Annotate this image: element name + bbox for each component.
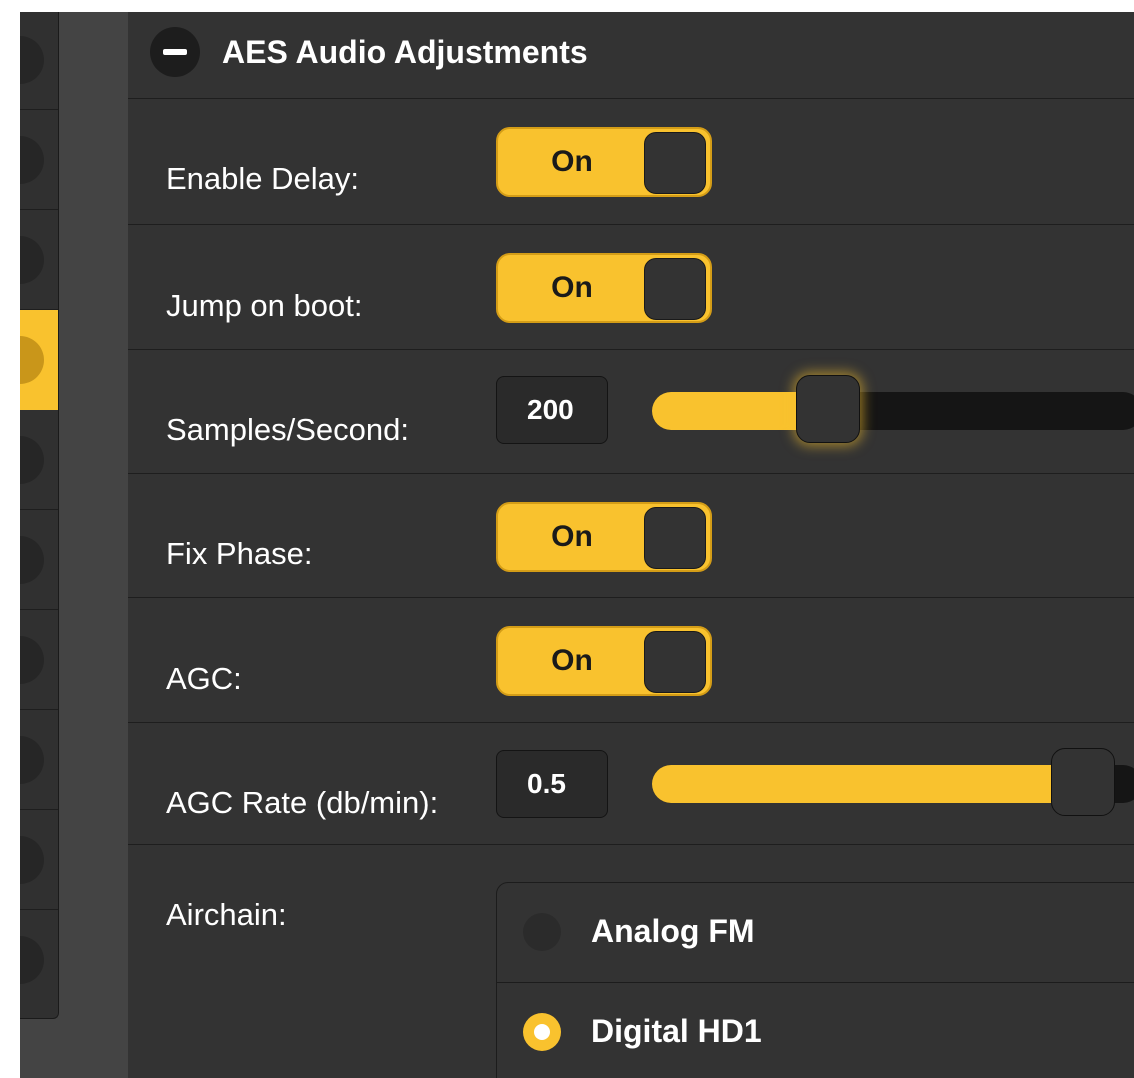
setting-row-enable-delay: Enable Delay: On xyxy=(128,98,1134,224)
nav-dot-icon xyxy=(20,836,44,884)
nav-dot-icon xyxy=(20,336,44,384)
toggle-state-label: On xyxy=(551,644,593,677)
nav-item[interactable] xyxy=(20,110,58,210)
setting-row-jump-on-boot: Jump on boot: On xyxy=(128,224,1134,349)
nav-item[interactable] xyxy=(20,610,58,710)
nav-item[interactable] xyxy=(20,12,58,110)
app-frame: AES Audio Adjustments Enable Delay: On J… xyxy=(20,12,1134,1078)
toggle-knob xyxy=(644,507,706,569)
radio-option-label: Analog FM xyxy=(591,913,755,949)
nav-dot-icon xyxy=(20,636,44,684)
nav-dot-icon xyxy=(20,236,44,284)
radio-option-label: Digital HD1 xyxy=(591,1013,762,1049)
setting-row-agc: AGC: On xyxy=(128,597,1134,722)
fix-phase-toggle[interactable]: On xyxy=(496,502,712,572)
slider-thumb[interactable] xyxy=(1051,748,1116,816)
airchain-label: Airchain: xyxy=(166,897,287,932)
toggle-state-label: On xyxy=(551,271,593,304)
radio-selected-icon[interactable] xyxy=(523,1013,561,1051)
nav-item[interactable] xyxy=(20,410,58,510)
panel-title: AES Audio Adjustments xyxy=(222,34,588,70)
nav-dot-icon xyxy=(20,436,44,484)
fix-phase-label: Fix Phase: xyxy=(166,536,313,571)
side-nav xyxy=(20,12,59,1019)
airchain-option-analog-fm[interactable]: Analog FM xyxy=(497,883,1134,983)
agc-toggle[interactable]: On xyxy=(496,626,712,696)
setting-row-samples-per-second: Samples/Second: 200 xyxy=(128,349,1134,473)
samples-per-second-value[interactable]: 200 xyxy=(496,376,608,444)
nav-item[interactable] xyxy=(20,210,58,310)
toggle-knob xyxy=(644,132,706,194)
agc-rate-label: AGC Rate (db/min): xyxy=(166,785,439,820)
jump-on-boot-toggle[interactable]: On xyxy=(496,253,712,323)
nav-dot-icon xyxy=(20,136,44,184)
enable-delay-label: Enable Delay: xyxy=(166,161,360,196)
nav-item[interactable] xyxy=(20,510,58,610)
agc-label: AGC: xyxy=(166,661,242,696)
toggle-knob xyxy=(644,258,706,320)
radio-dot xyxy=(534,1024,550,1040)
nav-item-active[interactable] xyxy=(20,310,58,410)
jump-on-boot-label: Jump on boot: xyxy=(166,288,363,323)
slider-fill xyxy=(652,765,1084,803)
nav-item[interactable] xyxy=(20,710,58,810)
collapse-button[interactable] xyxy=(150,27,200,77)
nav-dot-icon xyxy=(20,736,44,784)
panel-header: AES Audio Adjustments xyxy=(128,12,1134,98)
setting-row-fix-phase: Fix Phase: On xyxy=(128,473,1134,597)
setting-row-agc-rate: AGC Rate (db/min): 0.5 xyxy=(128,722,1134,844)
agc-rate-slider[interactable] xyxy=(652,748,1134,816)
toggle-state-label: On xyxy=(551,520,593,553)
enable-delay-toggle[interactable]: On xyxy=(496,127,712,197)
samples-per-second-slider[interactable] xyxy=(652,375,1134,443)
nav-item[interactable] xyxy=(20,810,58,910)
airchain-radio-group: Analog FM Digital HD1 xyxy=(496,882,1134,1078)
toggle-state-label: On xyxy=(551,145,593,178)
agc-rate-value[interactable]: 0.5 xyxy=(496,750,608,818)
nav-dot-icon xyxy=(20,536,44,584)
samples-per-second-label: Samples/Second: xyxy=(166,412,409,447)
minus-icon xyxy=(163,49,187,55)
toggle-knob xyxy=(644,631,706,693)
nav-dot-icon xyxy=(20,36,44,84)
slider-thumb[interactable] xyxy=(796,375,861,443)
nav-item[interactable] xyxy=(20,910,58,1010)
radio-unselected-icon[interactable] xyxy=(523,913,561,951)
nav-dot-icon xyxy=(20,936,44,984)
settings-panel: AES Audio Adjustments Enable Delay: On J… xyxy=(128,12,1134,1078)
airchain-option-digital-hd1[interactable]: Digital HD1 xyxy=(497,983,1134,1078)
